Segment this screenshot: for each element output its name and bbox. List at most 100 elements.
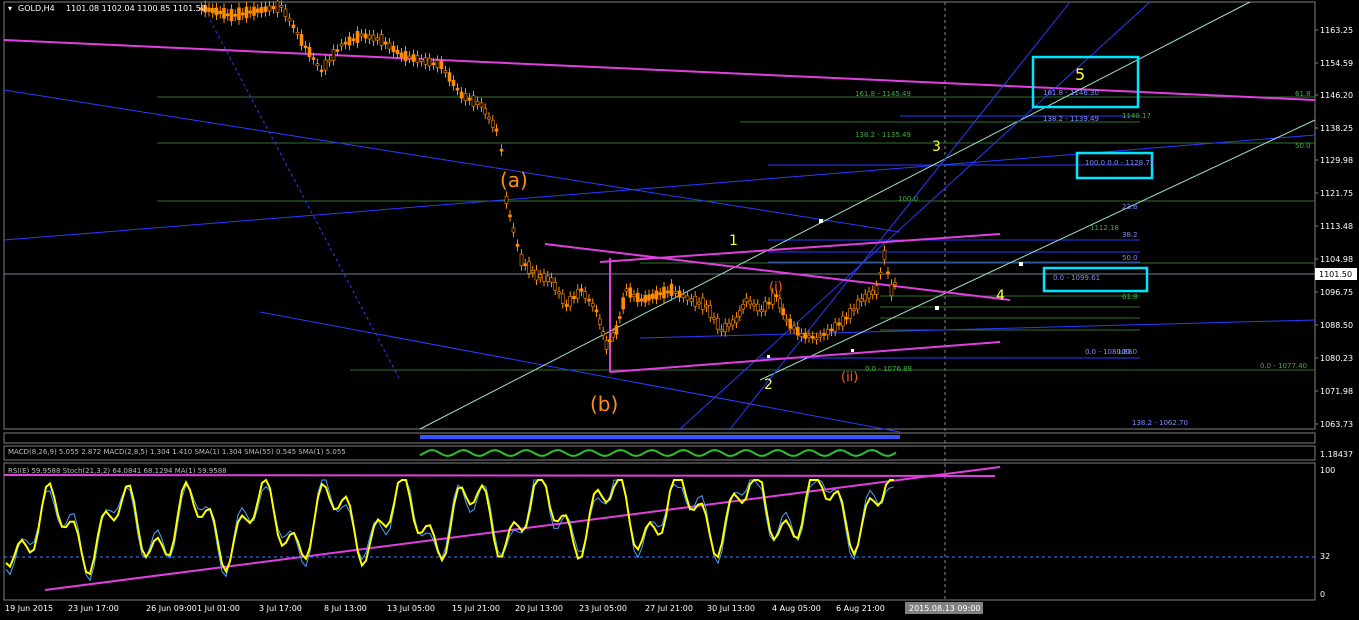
candle-body: [271, 6, 276, 10]
candle-body: [755, 303, 760, 312]
candle-body: [545, 275, 550, 282]
fib-label: 100.0 0.0 - 1128.72: [1085, 159, 1154, 167]
candle-body: [814, 337, 819, 340]
chart-canvas[interactable]: 161.8 - 1145.49 138.2 - 1135.49 100.0 16…: [0, 0, 1359, 620]
candle-body: [207, 7, 211, 12]
candle-body: [447, 72, 452, 82]
wave-label-2: 2: [764, 377, 773, 393]
candle-body: [553, 282, 558, 291]
fib-label: 138.2 - 1139.49: [1043, 115, 1099, 123]
time-axis: 19 Jun 2015 23 Jun 17:00 26 Jun 09:00 1 Jul…: [5, 604, 885, 613]
candle-body: [527, 261, 531, 274]
candle-body: [275, 0, 280, 13]
rsi-top-line: [3, 474, 996, 477]
candle-body: [614, 325, 619, 335]
candle-body: [685, 295, 690, 301]
rsi-axis-100: 100: [1320, 466, 1335, 475]
price-axis-label: 1129.98: [1320, 156, 1353, 165]
candle-body: [673, 291, 678, 294]
candle-body: [244, 6, 249, 19]
candle-body: [303, 45, 308, 49]
candle-body: [803, 332, 808, 339]
candle-body: [283, 8, 288, 17]
candle-body: [210, 8, 215, 14]
candle-body: [635, 292, 640, 303]
candle-body: [218, 10, 223, 14]
candle-body: [439, 60, 444, 70]
candle-body: [355, 30, 360, 44]
symbol-title: GOLD,H4: [18, 4, 55, 13]
price-axis-label: 1096.75: [1320, 288, 1353, 297]
candle-body: [723, 323, 728, 332]
candle-body: [279, 5, 284, 8]
candle-body: [598, 318, 602, 325]
candle-body: [893, 282, 897, 285]
candle-body: [568, 295, 573, 307]
fib-label: 61.8: [1295, 90, 1311, 98]
candle-body: [700, 297, 705, 310]
candle-body: [508, 214, 512, 218]
time-axis-label: 15 Jul 21:00: [452, 604, 500, 613]
rsi-label: RSI(E) 59.9588 Stoch(21,3,2) 64.0841 68.…: [8, 467, 227, 475]
candle-body: [738, 310, 742, 317]
candle-body: [471, 95, 476, 107]
fib-label: 100.0: [1117, 348, 1137, 356]
wave-label-ii: (ii): [841, 370, 858, 385]
macd-label: MACD(8,26,9) 5.055 2.872 MACD(2,8,5) 1.3…: [8, 448, 346, 456]
candle-body: [311, 57, 316, 60]
candle-body: [387, 42, 392, 50]
candle-body: [375, 37, 380, 41]
price-axis-label: 1063.73: [1320, 420, 1353, 429]
candle-body: [225, 13, 230, 17]
candle-body: [240, 12, 245, 16]
candle-body: [677, 290, 682, 298]
candle-body: [730, 319, 735, 326]
price-axis: 1163.25 1154.59 1146.20 1138.25 1129.98 1121.…: [1315, 26, 1353, 429]
dropdown-arrow-icon[interactable]: ▾: [8, 4, 12, 13]
candle-body: [487, 116, 491, 120]
time-axis-label: 23 Jun 17:00: [68, 604, 119, 613]
candle-body: [712, 317, 716, 320]
candle-body: [708, 304, 713, 318]
candle-body: [572, 296, 576, 299]
candle-body: [594, 309, 599, 313]
candle-body: [575, 288, 580, 299]
candle-body: [882, 250, 887, 260]
time-axis-label: 30 Jul 13:00: [707, 604, 755, 613]
candle-body: [621, 297, 625, 310]
rsi-panel: [3, 462, 1316, 601]
candle-body: [665, 290, 670, 294]
candle-body: [643, 295, 648, 303]
time-axis-label: 26 Jun 09:00: [146, 604, 197, 613]
candle-body: [604, 340, 609, 350]
macd-axis-value: 1.18437: [1320, 450, 1353, 459]
candle-body: [781, 308, 785, 316]
candle-body: [367, 34, 372, 40]
candle-body: [778, 298, 782, 309]
fib-label: 100.0: [898, 195, 918, 203]
candle-body: [504, 195, 509, 205]
candle-body: [807, 335, 811, 338]
fib-label: 38.2: [1122, 231, 1138, 239]
candle-body: [383, 41, 388, 45]
price-axis-label: 1154.59: [1320, 59, 1353, 68]
candle-body: [259, 7, 264, 13]
candle-body: [658, 292, 663, 296]
price-axis-label: 1138.25: [1320, 124, 1353, 133]
candle-body: [379, 34, 384, 46]
candle-body: [784, 318, 789, 322]
candle-body: [237, 7, 241, 21]
candle-body: [792, 325, 796, 330]
candle-body: [878, 272, 883, 275]
candle-body: [837, 322, 841, 326]
candle-body: [859, 298, 864, 302]
main-chart-frame: [3, 1, 1316, 430]
candle-body: [628, 287, 633, 298]
candle-body: [459, 91, 464, 99]
wave-label-i: (i): [769, 280, 783, 295]
candle-body: [483, 108, 488, 115]
price-axis-label: 1080.23: [1320, 354, 1353, 363]
candle-body: [587, 298, 591, 302]
candle-body: [515, 244, 520, 247]
wave-label-4: 4: [996, 288, 1005, 304]
